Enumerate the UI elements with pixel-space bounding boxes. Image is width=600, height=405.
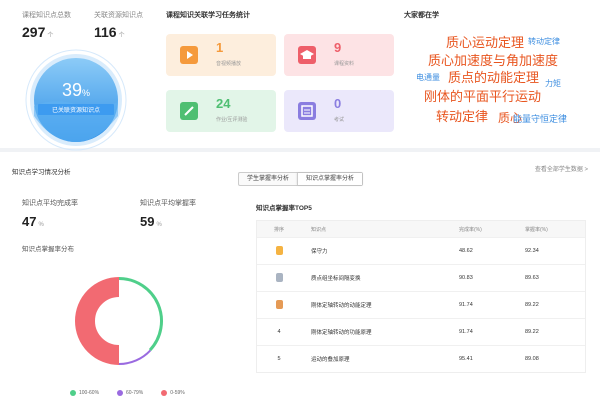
task-label: 作业/互评测验 [216, 117, 248, 123]
total-knowledge-label: 课程知识点总数 [22, 12, 71, 19]
gold-medal-icon [275, 245, 283, 255]
cloud-word[interactable]: 转动定律 [436, 110, 488, 123]
view-all-students-link[interactable]: 查看全部学生数据 > [535, 164, 588, 173]
mastery-distribution-chart [62, 264, 176, 378]
analysis-panel: 知识点学习情况分析 查看全部学生数据 > 学生掌握率分析 知识点掌握率分析 知识… [0, 152, 600, 405]
avg-completion-label: 知识点平均完成率 [22, 200, 78, 207]
donut-slice [75, 277, 120, 365]
legend-item: 60-79% [117, 390, 143, 396]
distribution-title: 知识点掌握率分布 [22, 246, 74, 253]
donut-slice [118, 277, 163, 352]
task-label: 考试 [334, 117, 345, 123]
tasks-section-title: 课程知识关联学习任务统计 [166, 12, 250, 19]
tab-knowledge-mastery[interactable]: 知识点掌握率分析 [297, 173, 363, 185]
donut-slice [118, 349, 152, 365]
task-card-homework[interactable]: 24 作业/互评测验 [166, 90, 276, 132]
cloud-word[interactable]: 电通量 [416, 74, 440, 82]
video-icon [180, 46, 198, 64]
task-count: 9 [334, 40, 342, 55]
task-card-materials[interactable]: 9 课程资料 [284, 34, 394, 76]
legend-item: 0-59% [161, 390, 185, 396]
cloud-word[interactable]: 质点的动能定理 [448, 71, 539, 84]
wordcloud-title: 大家都在学 [404, 12, 439, 19]
table-row[interactable]: 4 刚体定轴转动的功能原理 91.74 89.22 [257, 318, 585, 345]
cloud-word[interactable]: 质心加速度与角加速度 [428, 54, 558, 67]
chart-legend: 100-60% 60-79% 0-59% [70, 390, 185, 396]
total-knowledge-value: 297 个 [22, 24, 54, 40]
cloud-word[interactable]: 刚体的平面平行运动 [424, 90, 541, 103]
edit-icon [180, 102, 198, 120]
cloud-word[interactable]: 质心运动定理 [446, 36, 524, 49]
cloud-word[interactable]: 力矩 [545, 80, 561, 88]
table-row[interactable]: 5 运动的叠加原理 95.41 89.08 [257, 345, 585, 372]
task-count: 1 [216, 40, 224, 55]
silver-medal-icon [275, 272, 283, 282]
linked-knowledge-value: 116 个 [94, 24, 125, 40]
avg-mastery-label: 知识点平均掌握率 [140, 200, 196, 207]
analysis-title: 知识点学习情况分析 [12, 169, 71, 176]
top5-title: 知识点掌握率TOP5 [256, 205, 312, 212]
table-row[interactable]: 质点组坐标间隔变换 90.83 89.63 [257, 264, 585, 291]
exam-icon [298, 102, 316, 120]
task-card-video[interactable]: 1 音视频播放 [166, 34, 276, 76]
cloud-word[interactable]: 能量守恒定律 [513, 115, 567, 124]
rank-number: 4 [277, 329, 281, 335]
coverage-gauge: 39% 已关联资源知识点 [22, 46, 130, 154]
avg-mastery-value: 59% [140, 214, 162, 229]
task-card-exam[interactable]: 0 考试 [284, 90, 394, 132]
table-row[interactable]: 刚体定轴转动的动能定理 91.74 89.22 [257, 291, 585, 318]
overview-panel: 课程知识点总数 297 个 关联资源知识点 116 个 39% 已关联资源知识点 课… [0, 0, 600, 151]
legend-item: 100-60% [70, 390, 99, 396]
top5-table: 排序 知识点 完成率(%) 掌握率(%) 保守力 48.62 92.34 质点组… [256, 220, 586, 373]
linked-knowledge-label: 关联资源知识点 [94, 12, 143, 19]
coverage-percent: 39% [61, 80, 91, 100]
task-count: 0 [334, 96, 342, 111]
cloud-word[interactable]: 转动定律 [528, 38, 560, 46]
task-label: 音视频播放 [216, 61, 242, 67]
rank-number: 5 [277, 356, 281, 362]
task-count: 24 [216, 96, 231, 111]
graduation-cap-icon [298, 46, 316, 64]
task-label: 课程资料 [334, 61, 355, 67]
bronze-medal-icon [275, 299, 283, 309]
coverage-caption: 已关联资源知识点 [38, 104, 114, 115]
avg-completion-value: 47% [22, 214, 44, 229]
table-header: 排序 知识点 完成率(%) 掌握率(%) [257, 221, 585, 237]
tab-student-mastery[interactable]: 学生掌握率分析 [239, 173, 297, 185]
analysis-tabs: 学生掌握率分析 知识点掌握率分析 [238, 172, 364, 186]
table-row[interactable]: 保守力 48.62 92.34 [257, 237, 585, 264]
